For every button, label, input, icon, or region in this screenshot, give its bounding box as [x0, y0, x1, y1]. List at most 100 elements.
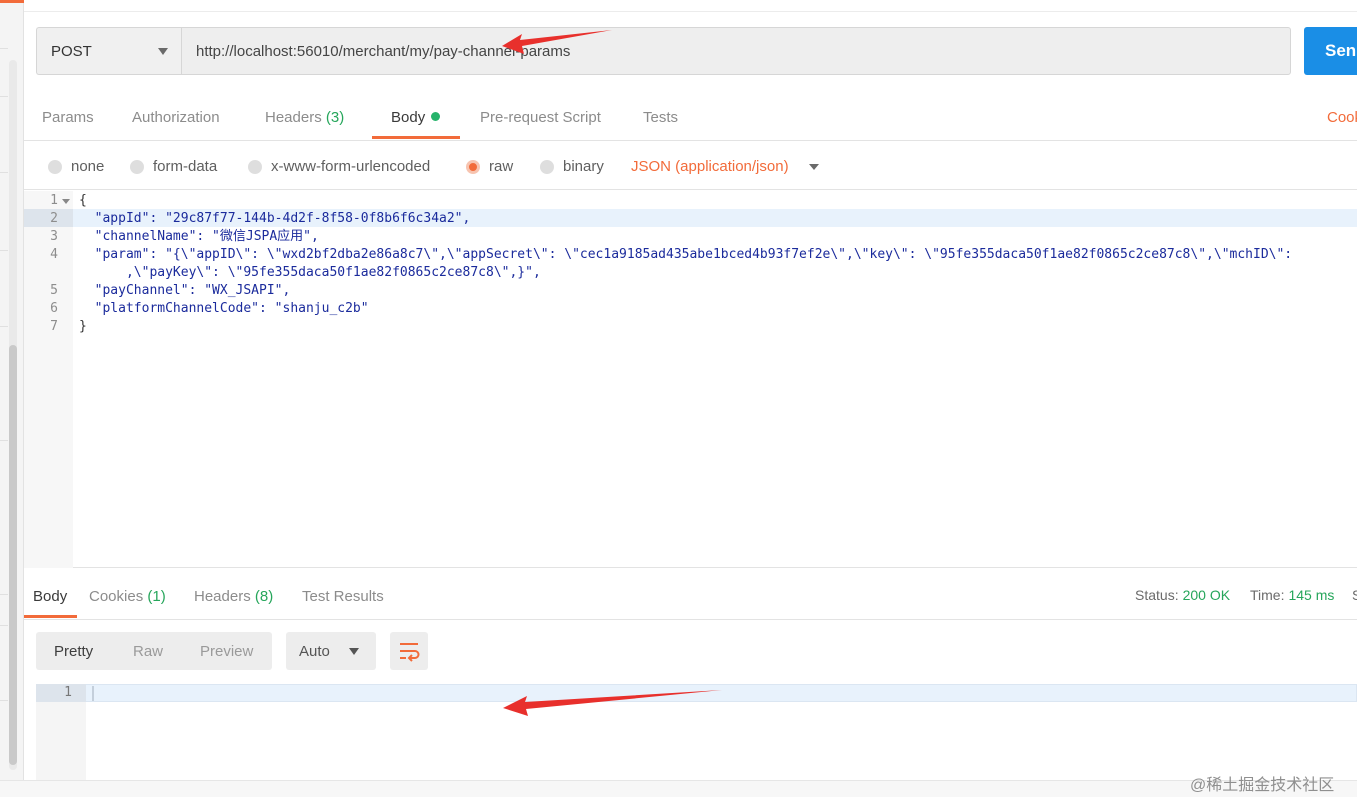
tab-count: (8) — [254, 588, 274, 605]
time-value: 145 ms — [1288, 587, 1335, 603]
line-number: 1 — [64, 685, 72, 700]
tab-pre-request-script[interactable]: Pre-request Script — [480, 109, 601, 126]
radio-selected-icon — [466, 159, 480, 174]
tab-label: Headers — [265, 109, 322, 126]
tab-label: Authorization — [132, 109, 220, 126]
status-bar — [0, 780, 1357, 797]
radio-icon — [130, 159, 144, 174]
body-type-options: none form-data x-www-form-urlencoded raw… — [24, 142, 1357, 190]
code-line: ,\"payKey\": \"95fe355daca50f1ae82f0865c… — [79, 265, 541, 280]
tab-label: Pre-request Script — [480, 109, 601, 126]
tab-test-results[interactable]: Test Results — [302, 588, 384, 605]
wrap-lines-button[interactable] — [390, 632, 428, 670]
response-status: Status: 200 OK — [1135, 587, 1230, 603]
tab-params[interactable]: Params — [42, 109, 94, 126]
send-button[interactable]: Sen — [1304, 27, 1357, 75]
line-number: 7 — [50, 319, 58, 334]
sidebar-strip — [0, 0, 24, 797]
request-title-row — [24, 0, 1357, 12]
line-number: 4 — [50, 247, 58, 262]
sidebar-divider — [0, 326, 8, 327]
view-raw[interactable]: Raw — [133, 643, 163, 660]
fold-arrow-icon[interactable] — [62, 199, 70, 204]
line-number: 2 — [50, 211, 58, 226]
sidebar-divider — [0, 48, 8, 49]
watermark: @稀土掘金技术社区 — [1190, 777, 1335, 794]
request-tabs: Params Authorization Headers (3) Body Pr… — [24, 99, 1357, 141]
format-label: Auto — [299, 643, 330, 660]
status-dot-icon — [431, 112, 441, 121]
code-line: "appId": "29c87f77-144b-4d2f-8f58-0f8b6f… — [79, 211, 471, 226]
sidebar-divider — [0, 172, 8, 173]
caret-down-icon[interactable] — [809, 164, 819, 170]
response-size: S — [1352, 587, 1357, 603]
request-body-editor[interactable]: 1 2 3 4 5 6 7 { "appId": "29c87f77-144b-… — [24, 191, 1357, 568]
sidebar-scrollbar-thumb[interactable] — [9, 345, 17, 765]
tab-response-body[interactable]: Body — [33, 588, 67, 605]
caret-down-icon — [158, 48, 168, 55]
cookies-link[interactable]: Cooki — [1327, 109, 1357, 126]
active-tab-underline — [372, 136, 460, 139]
tab-tests[interactable]: Tests — [643, 109, 678, 126]
tab-label: Cookies — [89, 588, 144, 605]
code-line: { — [79, 193, 87, 208]
tab-label: Params — [42, 109, 94, 126]
radio-icon — [48, 159, 62, 174]
status-label: Status: — [1135, 587, 1179, 603]
tab-authorization[interactable]: Authorization — [132, 109, 220, 126]
request-panel: POST http://localhost:56010/merchant/my/… — [24, 0, 1357, 797]
radio-icon — [248, 159, 262, 174]
body-type-urlencoded[interactable]: x-www-form-urlencoded — [248, 158, 430, 175]
code-line: "channelName": "微信JSPA应用", — [79, 229, 319, 244]
send-label: Sen — [1325, 41, 1357, 60]
body-type-raw[interactable]: raw — [466, 158, 513, 175]
option-label: binary — [563, 158, 604, 175]
code-line: "platformChannelCode": "shanju_c2b" — [79, 301, 369, 316]
view-preview[interactable]: Preview — [200, 643, 253, 660]
active-tab-underline — [24, 615, 77, 618]
tab-label: Tests — [643, 109, 679, 126]
tab-label: Headers — [194, 588, 251, 605]
time-label: Time: — [1250, 587, 1285, 603]
line-number: 1 — [50, 193, 58, 208]
content-type-select[interactable]: JSON (application/json) — [631, 158, 789, 175]
sidebar-divider — [0, 250, 8, 251]
tab-response-cookies[interactable]: Cookies (1) — [89, 588, 166, 605]
sidebar-divider — [0, 440, 8, 441]
line-number: 3 — [50, 229, 58, 244]
url-input[interactable]: http://localhost:56010/merchant/my/pay-c… — [181, 27, 1291, 75]
text-cursor — [92, 686, 94, 701]
body-type-binary[interactable]: binary — [540, 158, 604, 175]
tab-response-headers[interactable]: Headers (8) — [194, 588, 273, 605]
tab-headers[interactable]: Headers (3) — [265, 109, 344, 126]
method-select[interactable]: POST — [36, 27, 182, 75]
view-pretty[interactable]: Pretty — [54, 643, 93, 660]
tab-count: (1) — [147, 588, 166, 605]
code-line: "param": "{\"appID\": \"wxd2bf2dba2e86a8… — [79, 247, 1293, 262]
body-type-form-data[interactable]: form-data — [130, 158, 217, 175]
method-label: POST — [51, 42, 92, 60]
wrap-lines-icon — [400, 643, 420, 662]
response-view-switcher: Pretty Raw Preview — [36, 632, 272, 670]
caret-down-icon — [349, 648, 359, 655]
tab-label: Test Results — [302, 588, 384, 605]
response-format-select[interactable]: Auto — [286, 632, 376, 670]
option-label: x-www-form-urlencoded — [271, 158, 431, 175]
option-label: none — [71, 158, 105, 175]
line-number: 6 — [50, 301, 58, 316]
tab-body[interactable]: Body — [391, 109, 441, 126]
response-body-editor[interactable]: 1 — [36, 684, 1357, 780]
sidebar-accent — [0, 0, 24, 14]
sidebar-divider — [0, 96, 8, 97]
line-number: 5 — [50, 283, 58, 298]
tab-count: (3) — [325, 109, 345, 126]
sidebar-divider — [0, 625, 8, 626]
active-line-highlight — [36, 684, 1357, 702]
tab-label: Body — [33, 588, 68, 605]
status-value: 200 OK — [1182, 587, 1231, 603]
sidebar-divider — [0, 700, 8, 701]
radio-icon — [540, 159, 554, 174]
body-type-none[interactable]: none — [48, 158, 104, 175]
code-line: } — [79, 319, 87, 334]
option-label: raw — [489, 158, 514, 175]
